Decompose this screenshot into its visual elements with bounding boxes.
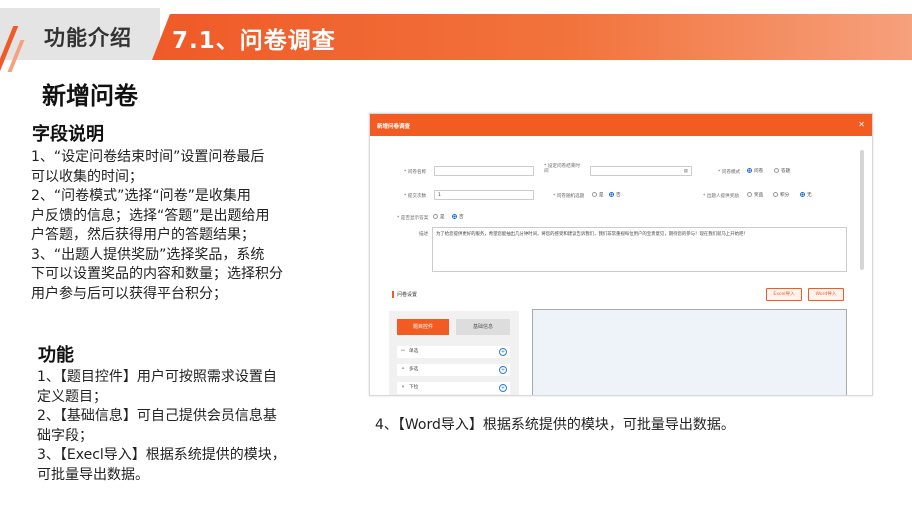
section-label: 功能介绍: [44, 26, 132, 50]
radio-icon: [747, 192, 752, 197]
random-option-label: 是: [599, 193, 604, 198]
single-choice-icon: ⚯: [401, 349, 405, 354]
show-answer-option-no[interactable]: 否: [452, 214, 464, 220]
function-line: 础字段；: [37, 427, 93, 444]
submit-count-label: * 提交次数: [404, 194, 427, 199]
dialog-scrollbar[interactable]: [860, 150, 864, 270]
field-note-line: 户反馈的信息；选择“答题”是出题给用: [31, 207, 270, 224]
control-label: 单选: [409, 349, 419, 354]
reward-label: * 出题人提供奖励: [703, 194, 739, 199]
field-note-line: 可以收集的时间；: [31, 168, 143, 185]
add-icon[interactable]: +: [499, 366, 507, 374]
show-answer-label: * 是否显示答案: [397, 216, 429, 221]
chapter-title: 7.1、问卷调查: [172, 28, 336, 54]
end-time-input[interactable]: ▦: [590, 166, 692, 176]
field-notes-text: 1、“设定问卷结束时间”设置问卷最后 可以收集的时间； 2、“问卷模式”选择“问…: [31, 148, 283, 304]
reward-option-points[interactable]: 积分: [773, 192, 789, 198]
tab-basic-info[interactable]: 基础信息: [456, 319, 510, 335]
end-time-label: * 设定问卷结束时间: [544, 164, 580, 174]
field-note-line: 用户参与后可以获得平台积分；: [31, 285, 227, 302]
show-answer-option-label: 是: [440, 215, 445, 220]
dropdown-icon: ▾: [401, 385, 405, 390]
radio-selected-icon: [800, 192, 805, 197]
question-canvas[interactable]: [532, 309, 847, 395]
show-answer-option-label: 否: [459, 215, 464, 220]
control-multi-choice[interactable]: ⚭ 多选 +: [397, 364, 510, 376]
questionnaire-dialog-screenshot: 新增问卷调查 ✕ * 问卷名称 * 设定问卷结束时间 ▦ * 问卷模式 问卷 答…: [369, 113, 873, 396]
add-icon[interactable]: +: [499, 384, 507, 392]
control-label: 多选: [409, 367, 419, 372]
field-note-line: 下可以设置奖品的内容和数量；选择积分: [31, 266, 283, 282]
name-input[interactable]: [434, 166, 534, 176]
submit-count-input[interactable]: 1: [434, 190, 534, 200]
add-icon[interactable]: +: [499, 348, 507, 356]
description-textarea[interactable]: 为了给您提供更好的服务，希望您能抽出几分钟时间，将您的感受和建议告诉我们，我们非…: [432, 227, 847, 272]
radio-selected-icon: [609, 192, 614, 197]
slide-header: 功能介绍 7.1、问卷调查: [0, 0, 912, 72]
mode-option-label: 问卷: [754, 169, 764, 174]
close-icon[interactable]: ✕: [858, 120, 865, 129]
desc-label: 描述: [419, 232, 429, 237]
calendar-icon[interactable]: ▦: [684, 167, 688, 177]
functions-text: 1、【题目控件】用户可按照需求设置自 定义题目； 2、【基础信息】可自己提供会员…: [37, 368, 286, 485]
excel-import-button[interactable]: Excel导入: [766, 288, 802, 301]
radio-icon: [592, 192, 597, 197]
dialog-title-bar: 新增问卷调查 ✕: [370, 114, 872, 136]
mode-option-answer[interactable]: 答题: [774, 168, 790, 174]
random-label: * 问卷随机选题: [553, 194, 585, 199]
control-dropdown[interactable]: ▾ 下拉 +: [397, 382, 510, 394]
controls-panel: 题目控件 基础信息 ⚯ 单选 + ⚭ 多选 + ▾ 下拉 +: [389, 311, 519, 395]
reward-option-prize[interactable]: 奖品: [747, 192, 763, 198]
field-note-line: 1、“设定问卷结束时间”设置问卷最后: [31, 149, 265, 165]
random-option-yes[interactable]: 是: [592, 192, 604, 198]
radio-icon: [433, 214, 438, 219]
reward-option-label: 积分: [780, 193, 790, 198]
reward-option-none[interactable]: 无: [800, 192, 812, 198]
random-option-no[interactable]: 否: [609, 192, 621, 198]
control-single-choice[interactable]: ⚯ 单选 +: [397, 346, 510, 358]
random-option-label: 否: [616, 193, 621, 198]
reward-option-label: 无: [807, 193, 812, 198]
function-line: 3、【Execl导入】根据系统提供的模块，: [37, 447, 286, 463]
word-import-button[interactable]: Word导入: [808, 288, 844, 301]
field-notes-heading: 字段说明: [32, 124, 104, 145]
radio-icon: [773, 192, 778, 197]
field-note-line: 2、“问卷模式”选择“问卷”是收集用: [31, 188, 251, 204]
name-label: * 问卷名称: [404, 170, 427, 175]
field-note-line: 3、“出题人提供奖励”选择奖品，系统: [31, 246, 265, 263]
dialog-title: 新增问卷调查: [377, 124, 411, 130]
radio-icon: [774, 168, 779, 173]
tab-question-controls[interactable]: 题目控件: [397, 319, 449, 335]
reward-option-label: 奖品: [754, 193, 764, 198]
multi-choice-icon: ⚭: [401, 367, 405, 372]
radio-selected-icon: [452, 214, 457, 219]
word-import-note: 4、【Word导入】根据系统提供的模块，可批量导出数据。: [375, 417, 735, 433]
control-label: 下拉: [409, 385, 419, 390]
page-title: 新增问卷: [42, 82, 138, 110]
show-answer-option-yes[interactable]: 是: [433, 214, 445, 220]
radio-selected-icon: [747, 168, 752, 173]
mode-option-questionnaire[interactable]: 问卷: [747, 168, 763, 174]
function-line: 定义题目；: [37, 388, 107, 405]
function-line: 可批量导出数据。: [37, 466, 149, 483]
function-line: 2、【基础信息】可自己提供会员信息基: [37, 408, 277, 424]
function-line: 1、【题目控件】用户可按照需求设置自: [37, 369, 277, 385]
functions-heading: 功能: [38, 345, 74, 366]
mode-option-label: 答题: [781, 169, 791, 174]
mode-label: * 问卷模式: [718, 170, 741, 175]
question-settings-title: 问卷设置: [392, 291, 417, 298]
field-note-line: 户答题，然后获得用户的答题结果；: [31, 227, 255, 243]
